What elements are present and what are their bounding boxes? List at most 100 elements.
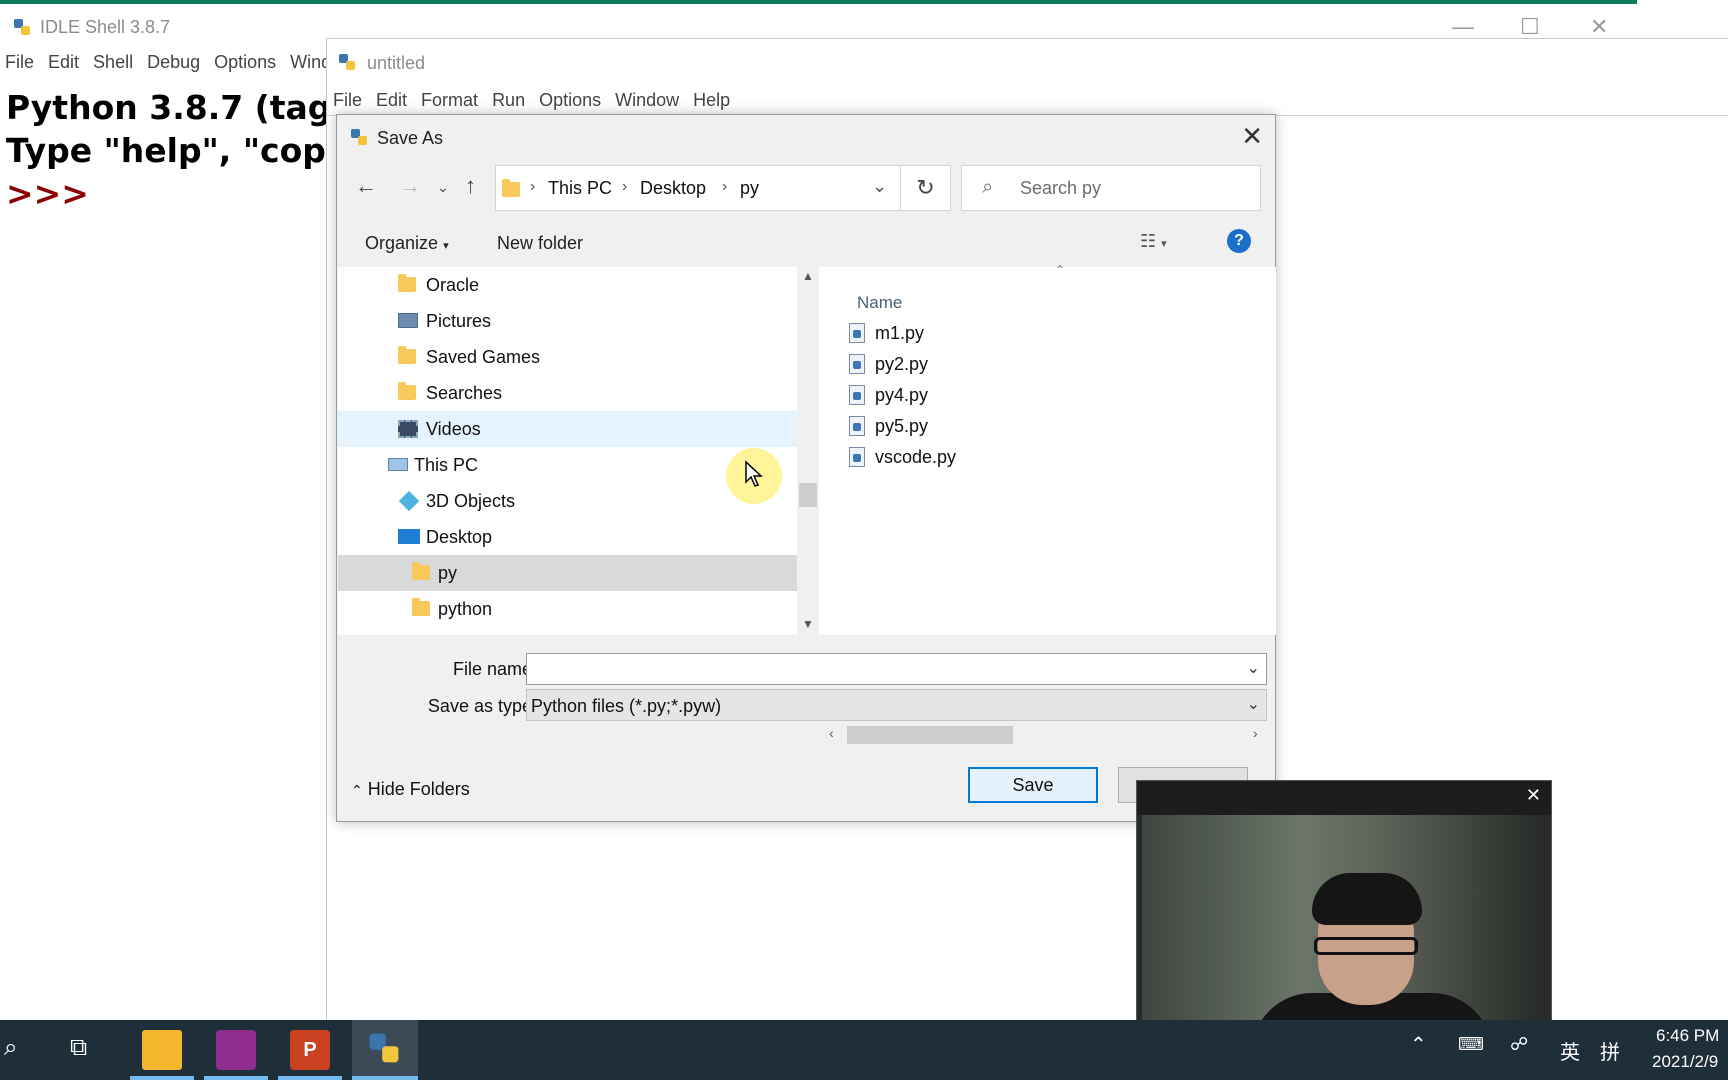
folder-icon: [412, 598, 430, 616]
minimize-icon[interactable]: —: [1452, 14, 1474, 40]
python-icon: [351, 129, 367, 145]
editor-menu-format[interactable]: Format: [421, 90, 478, 110]
new-folder-button[interactable]: New folder: [497, 233, 583, 254]
clock-date[interactable]: 2021/2/9: [1652, 1052, 1718, 1072]
scroll-right-icon[interactable]: ›: [1253, 725, 1258, 741]
editor-menu-run[interactable]: Run: [492, 90, 525, 110]
computer-icon: [388, 458, 408, 471]
chevron-down-icon[interactable]: ⌄: [1247, 694, 1260, 714]
clock-time[interactable]: 6:46 PM: [1656, 1026, 1719, 1046]
scroll-down-icon[interactable]: ▼: [802, 617, 814, 631]
breadcrumb-separator-icon: ›: [530, 178, 536, 195]
powerpoint-icon[interactable]: P: [290, 1030, 330, 1070]
close-icon[interactable]: ✕: [1241, 121, 1263, 152]
view-options-icon[interactable]: ☷ ▾: [1140, 231, 1167, 252]
shell-menu-file[interactable]: File: [5, 52, 34, 72]
taskbar-idle-button[interactable]: [352, 1020, 418, 1080]
chevron-up-icon: ⌃: [351, 782, 363, 798]
hide-folders-label: Hide Folders: [367, 779, 470, 799]
shell-menu-shell[interactable]: Shell: [93, 52, 133, 72]
file-name-input[interactable]: ⌄: [526, 653, 1267, 685]
save-type-label: Save as type:: [427, 696, 537, 716]
file-list: Name ⌃ m1.py py2.py py4.py py5.py vscode…: [819, 263, 1276, 747]
python-icon: [339, 54, 355, 70]
file-name: py2.py: [875, 354, 929, 374]
hide-folders-button[interactable]: ⌃ Hide Folders: [351, 779, 470, 800]
organize-label: Organize: [365, 233, 439, 253]
shell-menu-debug[interactable]: Debug: [147, 52, 200, 72]
keyboard-icon[interactable]: ⌨: [1458, 1034, 1484, 1055]
shell-menu-options[interactable]: Options: [214, 52, 276, 72]
tree-item-python[interactable]: python: [338, 591, 797, 627]
breadcrumb-py[interactable]: py: [740, 178, 759, 199]
tree-item-searches[interactable]: Searches: [338, 375, 797, 411]
scroll-thumb[interactable]: [847, 726, 1013, 744]
breadcrumb-separator-icon: ›: [722, 178, 728, 195]
cube-icon: [398, 490, 420, 512]
organize-button[interactable]: Organize ▾: [365, 233, 449, 254]
recent-locations-chevron-icon[interactable]: ⌄: [437, 179, 449, 196]
editor-menu-help[interactable]: Help: [693, 90, 730, 110]
dialog-title: Save As: [377, 128, 444, 148]
ime-mode-indicator[interactable]: 英: [1560, 1036, 1580, 1065]
column-header-name[interactable]: Name: [857, 293, 902, 313]
shell-menu-edit[interactable]: Edit: [48, 52, 79, 72]
search-icon[interactable]: ⌕: [4, 1034, 17, 1062]
file-explorer-icon[interactable]: [142, 1030, 182, 1070]
address-bar[interactable]: › This PC › Desktop › py ⌄: [495, 165, 951, 211]
tree-item-label: python: [438, 599, 493, 619]
taskbar: ⌕ ⧉ P ⌃ ⌨ ☍ 英 拼 6:46 PM 2021/2/9: [0, 1020, 1728, 1080]
tree-item-videos[interactable]: Videos: [338, 411, 797, 447]
editor-menu-options[interactable]: Options: [539, 90, 601, 110]
close-icon[interactable]: ✕: [1590, 14, 1608, 40]
help-icon[interactable]: ?: [1227, 229, 1251, 253]
file-list-hscrollbar[interactable]: ‹ ›: [823, 723, 1271, 747]
close-icon[interactable]: ✕: [1526, 785, 1541, 806]
editor-menu-edit[interactable]: Edit: [376, 90, 407, 110]
webcam-titlebar[interactable]: ✕: [1137, 781, 1551, 815]
breadcrumb-this-pc[interactable]: This PC: [548, 178, 612, 199]
folder-icon: [502, 179, 520, 197]
presenter-glasses: [1314, 937, 1418, 955]
scroll-left-icon[interactable]: ‹: [829, 725, 834, 741]
organize-dropdown-icon: ▾: [443, 240, 449, 252]
taskbar-active-indicator: [278, 1076, 342, 1080]
file-name: vscode.py: [875, 447, 957, 467]
scroll-thumb[interactable]: [799, 483, 817, 507]
tree-item-py[interactable]: py: [338, 555, 797, 591]
up-arrow-icon[interactable]: ↑: [465, 173, 476, 199]
network-icon[interactable]: ☍: [1510, 1034, 1528, 1055]
search-box[interactable]: ⌕ Search py: [961, 165, 1261, 211]
navigation-tree: Oracle Pictures Saved Games Searches Vid…: [338, 267, 797, 635]
python-file-icon: [849, 323, 865, 343]
editor-menu-file[interactable]: File: [333, 90, 362, 110]
chevron-down-icon[interactable]: ⌄: [1247, 658, 1260, 678]
folder-icon: [398, 274, 416, 292]
tree-item-desktop[interactable]: Desktop: [338, 519, 797, 555]
back-arrow-icon[interactable]: ←: [355, 173, 377, 199]
tree-item-saved-games[interactable]: Saved Games: [338, 339, 797, 375]
forward-arrow-icon[interactable]: →: [399, 173, 421, 199]
tree-item-label: Saved Games: [426, 347, 541, 367]
scroll-up-icon[interactable]: ▲: [802, 269, 814, 283]
tree-scrollbar[interactable]: ▲ ▼: [797, 267, 819, 635]
webcam-feed: [1142, 815, 1546, 1043]
tray-chevron-icon[interactable]: ⌃: [1410, 1032, 1427, 1057]
task-view-icon[interactable]: ⧉: [70, 1034, 87, 1062]
save-as-dialog: Save As ✕ ← → ⌄ ↑ › This PC › Desktop › …: [336, 114, 1276, 822]
address-dropdown-chevron-icon[interactable]: ⌄: [872, 176, 887, 197]
save-button[interactable]: Save: [968, 767, 1098, 803]
save-type-select[interactable]: Python files (*.py;*.pyw) ⌄: [526, 689, 1267, 721]
ime-pinyin-indicator[interactable]: 拼: [1600, 1036, 1620, 1065]
tree-item-pictures[interactable]: Pictures: [338, 303, 797, 339]
search-icon: ⌕: [982, 176, 994, 198]
breadcrumb-desktop[interactable]: Desktop: [640, 178, 706, 199]
refresh-icon[interactable]: ↻: [900, 165, 951, 211]
maximize-icon[interactable]: ☐: [1520, 14, 1540, 40]
tree-item-label: 3D Objects: [426, 491, 516, 511]
tree-item-oracle[interactable]: Oracle: [338, 267, 797, 303]
meeting-app-icon[interactable]: [216, 1030, 256, 1070]
taskbar-active-indicator: [204, 1076, 268, 1080]
editor-menu-window[interactable]: Window: [615, 90, 679, 110]
sort-up-icon: ⌃: [1055, 263, 1066, 277]
